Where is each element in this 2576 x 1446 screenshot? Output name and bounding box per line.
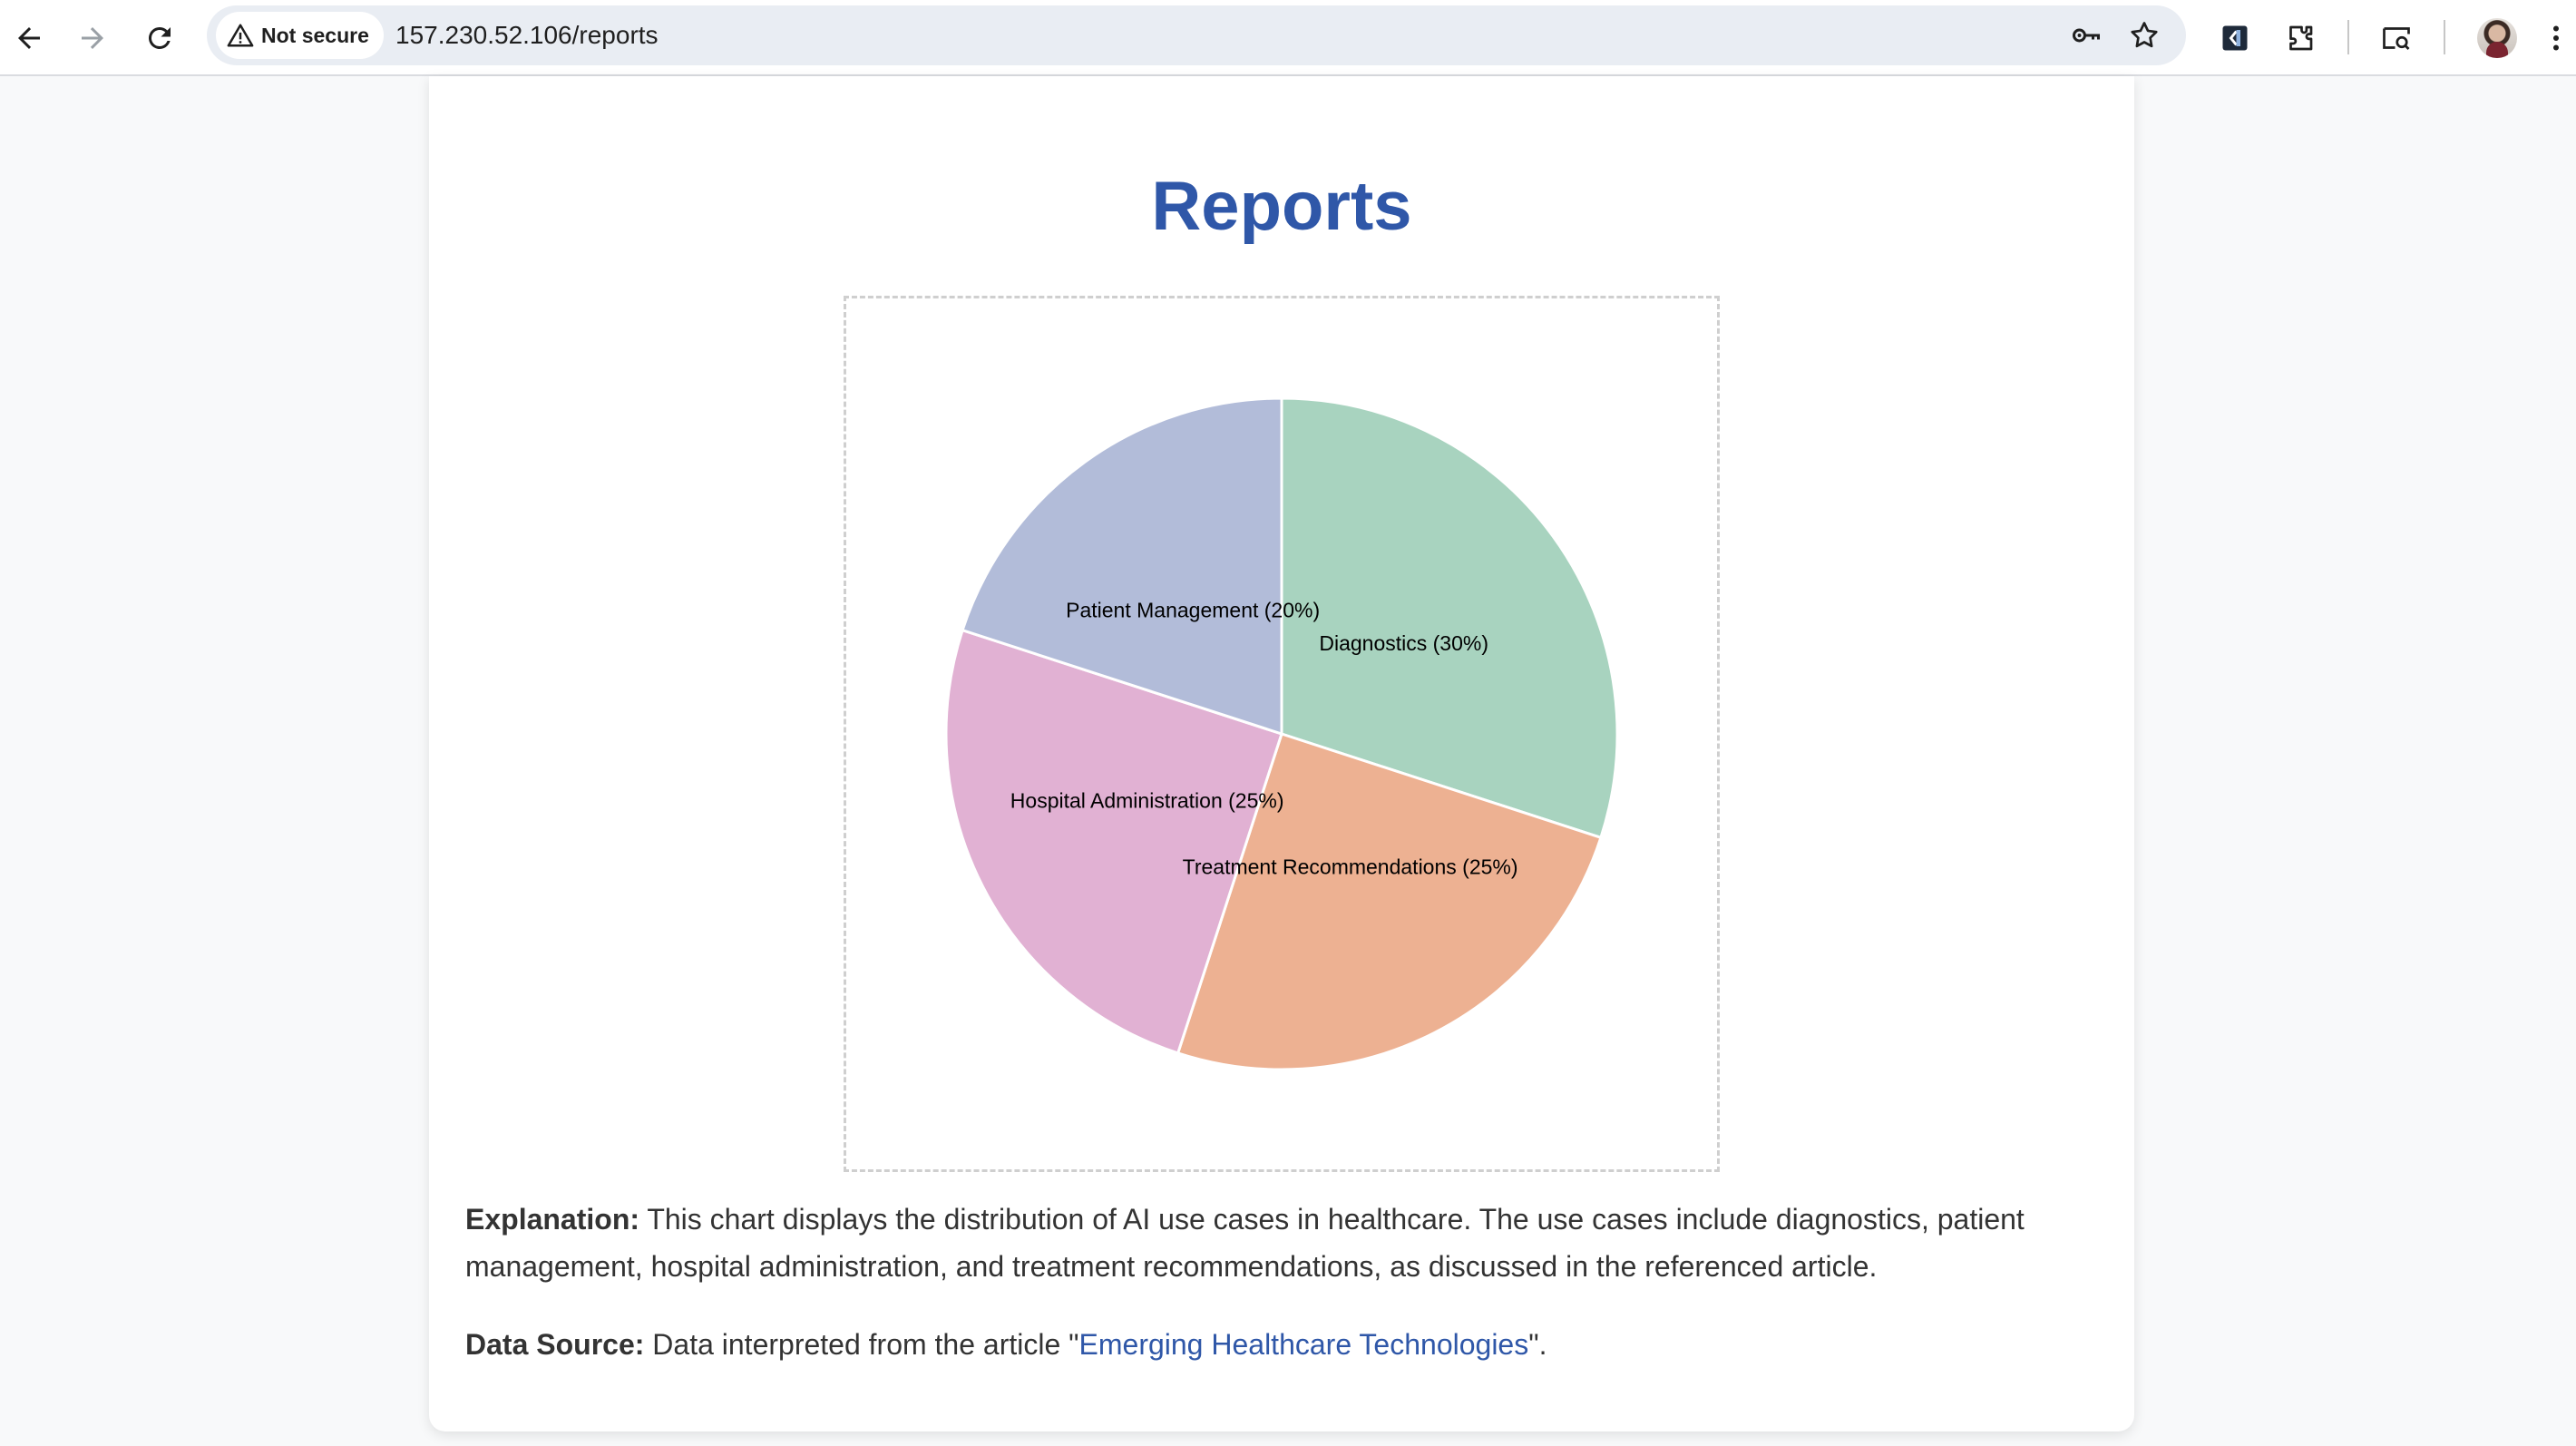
browser-menu-button[interactable] bbox=[2538, 13, 2574, 64]
tab-search-button[interactable] bbox=[2371, 13, 2422, 64]
reload-button[interactable] bbox=[134, 13, 185, 64]
url-text[interactable]: 157.230.52.106/reports bbox=[395, 5, 659, 65]
data-source-suffix: ". bbox=[1528, 1328, 1547, 1361]
profile-avatar[interactable] bbox=[2477, 18, 2517, 58]
puzzle-piece-icon bbox=[2289, 25, 2313, 51]
pie-slice-label: Treatment Recommendations (25%) bbox=[1183, 855, 1518, 878]
extension-app-icon bbox=[2222, 25, 2248, 51]
data-source-label: Data Source: bbox=[465, 1328, 645, 1361]
bookmark-button[interactable] bbox=[2126, 17, 2162, 54]
source-article-link[interactable]: Emerging Healthcare Technologies bbox=[1079, 1328, 1529, 1361]
password-key-button[interactable] bbox=[2068, 17, 2104, 54]
back-arrow-icon bbox=[18, 27, 40, 49]
window-search-icon bbox=[2383, 27, 2410, 50]
address-bar[interactable]: Not secure 157.230.52.106/reports bbox=[207, 5, 2186, 65]
security-label: Not secure bbox=[261, 23, 369, 47]
explanation-label: Explanation: bbox=[465, 1203, 640, 1236]
star-icon bbox=[2131, 22, 2158, 48]
pie-chart-container: Diagnostics (30%) Treatment Recommendatio… bbox=[844, 296, 1720, 1172]
report-card: Reports Diagnostics (30%) Treatment Recom… bbox=[429, 76, 2134, 1431]
security-indicator[interactable]: Not secure bbox=[216, 12, 384, 59]
forward-button[interactable] bbox=[67, 13, 118, 64]
back-button[interactable] bbox=[4, 13, 54, 64]
reload-icon bbox=[148, 26, 171, 49]
data-source-prefix: Data interpreted from the article " bbox=[652, 1328, 1079, 1361]
more-vert-icon bbox=[2553, 25, 2559, 51]
toolbar-divider bbox=[2444, 20, 2445, 54]
extensions-menu-button[interactable] bbox=[2275, 13, 2326, 64]
pie-slice-label: Hospital Administration (25%) bbox=[1010, 789, 1284, 813]
extension-button[interactable] bbox=[2210, 13, 2260, 64]
warning-triangle-icon bbox=[227, 24, 254, 47]
browser-toolbar: Not secure 157.230.52.106/reports bbox=[0, 0, 2576, 76]
toolbar-divider bbox=[2347, 20, 2349, 54]
pie-slice-label: Diagnostics (30%) bbox=[1319, 631, 1488, 655]
key-icon bbox=[2073, 28, 2100, 43]
forward-arrow-icon bbox=[82, 27, 103, 49]
data-source-paragraph: Data Source: Data interpreted from the a… bbox=[465, 1321, 2098, 1368]
explanation-text: This chart displays the distribution of … bbox=[465, 1203, 2025, 1283]
page-title: Reports bbox=[1151, 168, 1412, 245]
pie-chart: Diagnostics (30%) Treatment Recommendatio… bbox=[944, 396, 1619, 1071]
pie-slice-label: Patient Management (20%) bbox=[1066, 598, 1320, 621]
explanation-paragraph: Explanation: This chart displays the dis… bbox=[465, 1196, 2098, 1290]
